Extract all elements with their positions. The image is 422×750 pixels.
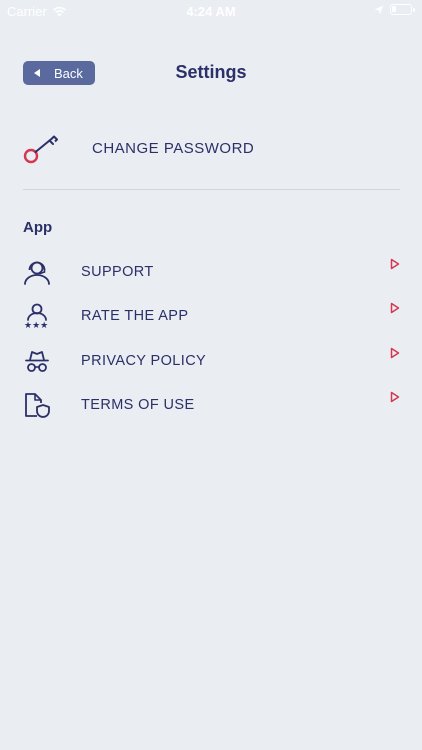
chevron-right-icon [390, 258, 400, 270]
section-divider [23, 189, 400, 190]
menu-item-label: TERMS OF USE [81, 397, 195, 414]
settings-screen: Carrier 4:24 AM Back Settings CHANGE PAS… [0, 0, 422, 750]
battery-icon [390, 4, 415, 15]
change-password-button[interactable]: CHANGE PASSWORD [23, 128, 399, 168]
incognito-icon [23, 347, 51, 375]
location-arrow-icon [374, 5, 384, 14]
status-time: 4:24 AM [186, 4, 236, 19]
menu-item-label: RATE THE APP [81, 308, 189, 325]
app-section-title: App [23, 219, 53, 236]
status-right [374, 4, 415, 15]
chevron-right-icon [390, 303, 400, 314]
menu-item-label: PRIVACY POLICY [81, 352, 207, 369]
key-icon [23, 135, 58, 164]
chevron-right-icon [390, 347, 400, 358]
svg-text:★★★: ★★★ [24, 321, 48, 329]
chevron-right-icon [390, 391, 400, 403]
status-bar: Carrier 4:24 AM [0, 0, 422, 22]
battery-level [392, 6, 396, 12]
change-password-label: CHANGE PASSWORD [92, 139, 255, 157]
support-agent-icon [23, 258, 51, 286]
page-title: Settings [175, 62, 247, 82]
menu-item-label: SUPPORT [81, 264, 154, 281]
document-shield-icon [23, 391, 51, 419]
app-menu-list: SUPPORT ★★★ RATE THE APP PRIVACY POLICY … [23, 250, 400, 427]
rate-stars-icon: ★★★ [23, 302, 51, 330]
menu-item-terms-of-use[interactable]: TERMS OF USE [23, 383, 400, 427]
menu-item-support[interactable]: SUPPORT [23, 250, 400, 294]
menu-item-privacy-policy[interactable]: PRIVACY POLICY [23, 339, 400, 383]
menu-item-rate-the-app[interactable]: ★★★ RATE THE APP [23, 294, 400, 338]
